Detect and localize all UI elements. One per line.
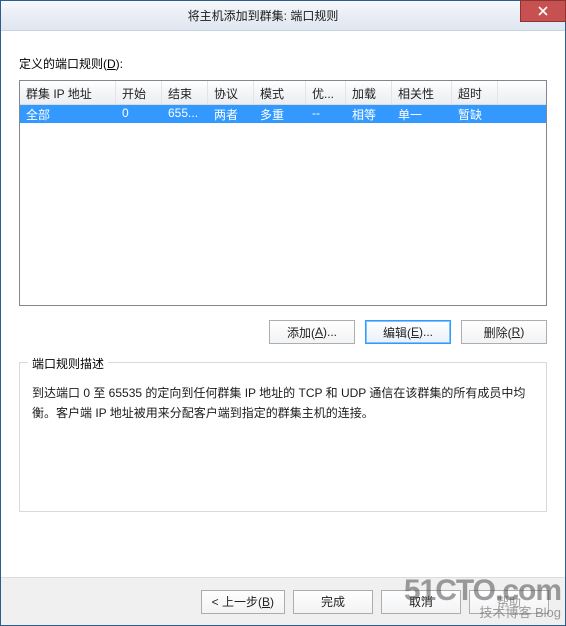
titlebar: 将主机添加到群集: 端口规则 bbox=[1, 1, 565, 31]
cell-affinity: 单一 bbox=[392, 105, 452, 123]
cell-cluster-ip: 全部 bbox=[20, 105, 116, 123]
cell-priority: -- bbox=[306, 105, 346, 123]
dialog-window: 将主机添加到群集: 端口规则 定义的端口规则(D): 群集 IP 地址 开始 结… bbox=[0, 0, 566, 626]
table-row[interactable]: 全部 0 655... 两者 多重 -- 相等 单一 暂缺 bbox=[20, 105, 546, 123]
cell-timeout: 暂缺 bbox=[452, 105, 498, 123]
col-affinity[interactable]: 相关性 bbox=[392, 81, 452, 104]
col-protocol[interactable]: 协议 bbox=[208, 81, 254, 104]
listview-header: 群集 IP 地址 开始 结束 协议 模式 优... 加载 相关性 超时 bbox=[20, 81, 546, 105]
description-groupbox: 端口规则描述 到达端口 0 至 65535 的定向到任何群集 IP 地址的 TC… bbox=[19, 362, 547, 512]
port-rules-listview[interactable]: 群集 IP 地址 开始 结束 协议 模式 优... 加载 相关性 超时 全部 0… bbox=[19, 80, 547, 306]
col-load[interactable]: 加载 bbox=[346, 81, 392, 104]
col-start[interactable]: 开始 bbox=[116, 81, 162, 104]
add-button[interactable]: 添加(A)... bbox=[269, 320, 355, 344]
listview-body: 全部 0 655... 两者 多重 -- 相等 单一 暂缺 bbox=[20, 105, 546, 123]
groupbox-legend: 端口规则描述 bbox=[28, 355, 108, 372]
edit-button[interactable]: 编辑(E)... bbox=[365, 320, 451, 344]
section-label: 定义的端口规则(D): bbox=[19, 55, 547, 72]
cell-mode: 多重 bbox=[254, 105, 306, 123]
content-area: 定义的端口规则(D): 群集 IP 地址 开始 结束 协议 模式 优... 加载… bbox=[1, 31, 565, 512]
description-text: 到达端口 0 至 65535 的定向到任何群集 IP 地址的 TCP 和 UDP… bbox=[32, 383, 534, 424]
list-buttons: 添加(A)... 编辑(E)... 删除(R) bbox=[19, 320, 547, 344]
col-priority[interactable]: 优... bbox=[306, 81, 346, 104]
col-end[interactable]: 结束 bbox=[162, 81, 208, 104]
finish-button[interactable]: 完成 bbox=[293, 590, 373, 614]
remove-button[interactable]: 删除(R) bbox=[461, 320, 547, 344]
cell-start: 0 bbox=[116, 105, 162, 123]
footer: < 上一步(B) 完成 取消 帮助 bbox=[1, 577, 565, 625]
col-cluster-ip[interactable]: 群集 IP 地址 bbox=[20, 81, 116, 104]
col-mode[interactable]: 模式 bbox=[254, 81, 306, 104]
window-title: 将主机添加到群集: 端口规则 bbox=[188, 7, 379, 24]
col-timeout[interactable]: 超时 bbox=[452, 81, 498, 104]
cell-protocol: 两者 bbox=[208, 105, 254, 123]
close-button[interactable] bbox=[520, 0, 566, 22]
back-button[interactable]: < 上一步(B) bbox=[201, 590, 285, 614]
cancel-button[interactable]: 取消 bbox=[381, 590, 461, 614]
help-button[interactable]: 帮助 bbox=[469, 590, 549, 614]
close-icon bbox=[538, 6, 548, 16]
cell-load: 相等 bbox=[346, 105, 392, 123]
cell-end: 655... bbox=[162, 105, 208, 123]
